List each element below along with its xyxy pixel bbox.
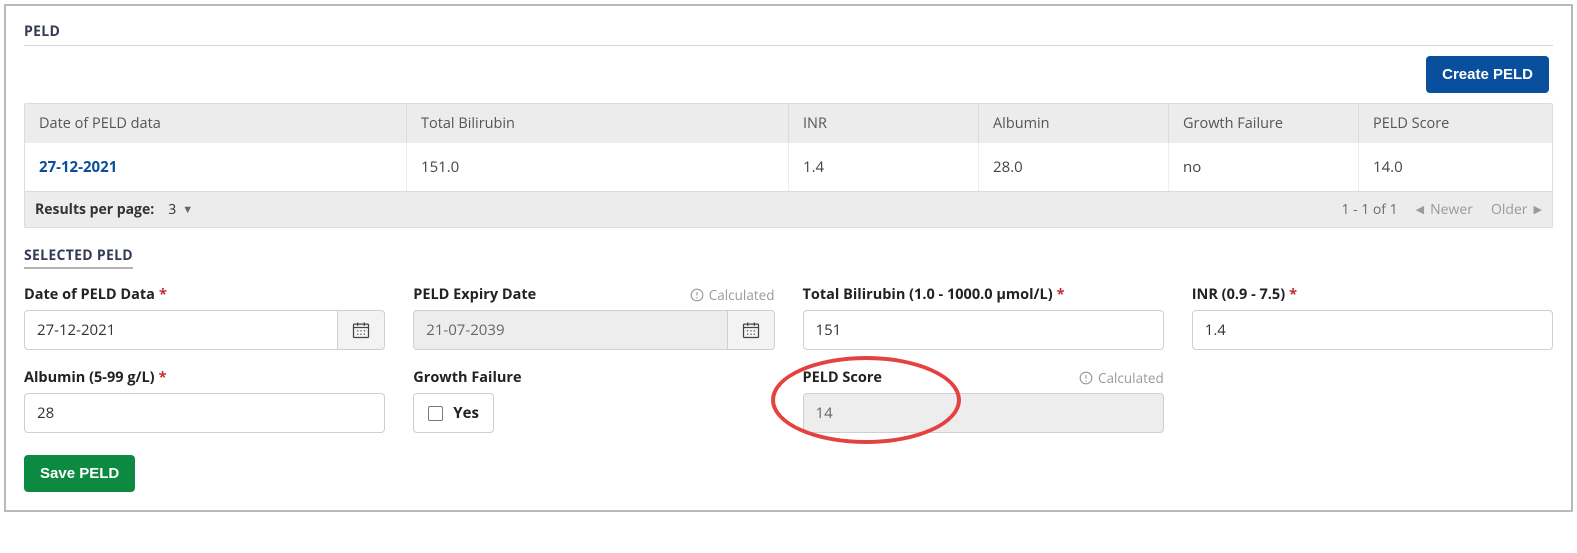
field-inr: INR (0.9 - 7.5) * 1.4 — [1192, 285, 1553, 350]
peld-expiry-date-label: PELD Expiry Date — [413, 285, 536, 304]
total-bilirubin-input[interactable]: 151 — [803, 310, 1164, 350]
required-icon: * — [159, 285, 167, 304]
field-growth-failure: Growth Failure Yes — [413, 368, 774, 433]
calculated-label: Calculated — [1098, 369, 1164, 387]
newer-label: Newer — [1430, 200, 1473, 219]
inr-label: INR (0.9 - 7.5) — [1192, 285, 1285, 304]
table-footer: Results per page: 3 ▼ 1 - 1 of 1 ◀ Newer… — [25, 191, 1552, 227]
inr-input[interactable]: 1.4 — [1192, 310, 1553, 350]
calculated-label: Calculated — [709, 286, 775, 304]
table-header-row: Date of PELD data Total Bilirubin INR Al… — [25, 104, 1552, 143]
table-row[interactable]: 27-12-2021 151.0 1.4 28.0 no 14.0 — [25, 143, 1552, 191]
growth-failure-label: Growth Failure — [413, 368, 521, 387]
column-header-albumin[interactable]: Albumin — [979, 104, 1169, 143]
field-peld-expiry-date: PELD Expiry Date Calculated 21-07-2039 — [413, 285, 774, 350]
required-icon: * — [1289, 285, 1297, 304]
date-of-peld-data-input[interactable]: 27-12-2021 — [24, 310, 337, 350]
peld-expiry-date-input: 21-07-2039 — [413, 310, 726, 350]
cell-score: 14.0 — [1359, 143, 1552, 191]
column-header-bilirubin[interactable]: Total Bilirubin — [407, 104, 789, 143]
results-per-page-label: Results per page: — [35, 200, 154, 219]
peld-score-input: 14 — [803, 393, 1164, 433]
date-picker-button[interactable] — [337, 310, 385, 350]
field-peld-score: PELD Score Calculated 14 — [803, 368, 1164, 433]
newer-button[interactable]: ◀ Newer — [1416, 200, 1473, 219]
albumin-input[interactable]: 28 — [24, 393, 385, 433]
peld-score-label: PELD Score — [803, 368, 883, 387]
triangle-right-icon: ▶ — [1534, 202, 1542, 217]
peld-date-link[interactable]: 27-12-2021 — [39, 157, 117, 177]
create-peld-button[interactable]: Create PELD — [1426, 56, 1549, 93]
older-button[interactable]: Older ▶ — [1491, 200, 1542, 219]
date-picker-button-disabled — [727, 310, 775, 350]
column-header-growth-failure[interactable]: Growth Failure — [1169, 104, 1359, 143]
calendar-icon — [741, 320, 761, 340]
required-icon: * — [159, 368, 167, 387]
save-peld-button[interactable]: Save PELD — [24, 455, 135, 492]
albumin-label: Albumin (5-99 g/L) — [24, 368, 155, 387]
calendar-icon — [351, 320, 371, 340]
info-icon — [690, 288, 704, 302]
cell-growth-failure: no — [1169, 143, 1359, 191]
growth-failure-option-label: Yes — [453, 403, 479, 423]
column-header-score[interactable]: PELD Score — [1359, 104, 1552, 143]
triangle-left-icon: ◀ — [1416, 202, 1424, 217]
results-count: 1 - 1 of 1 — [1341, 200, 1397, 219]
cell-bilirubin: 151.0 — [407, 143, 789, 191]
field-date-of-peld-data: Date of PELD Data * 27-12-2021 — [24, 285, 385, 350]
older-label: Older — [1491, 200, 1528, 219]
cell-inr: 1.4 — [789, 143, 979, 191]
checkbox-icon — [428, 406, 443, 421]
cell-albumin: 28.0 — [979, 143, 1169, 191]
column-header-inr[interactable]: INR — [789, 104, 979, 143]
info-icon — [1079, 371, 1093, 385]
peld-section-title: PELD — [24, 22, 1553, 46]
date-of-peld-data-label: Date of PELD Data — [24, 285, 155, 304]
caret-down-icon: ▼ — [182, 202, 193, 217]
results-per-page-select[interactable]: 3 ▼ — [162, 198, 199, 221]
field-albumin: Albumin (5-99 g/L) * 28 — [24, 368, 385, 433]
selected-peld-title: SELECTED PELD — [24, 246, 133, 269]
column-header-date[interactable]: Date of PELD data — [25, 104, 407, 143]
required-icon: * — [1057, 285, 1065, 304]
field-total-bilirubin: Total Bilirubin (1.0 - 1000.0 µmol/L) * … — [803, 285, 1164, 350]
total-bilirubin-label: Total Bilirubin (1.0 - 1000.0 µmol/L) — [803, 285, 1053, 304]
growth-failure-checkbox[interactable]: Yes — [413, 393, 494, 433]
peld-table: Date of PELD data Total Bilirubin INR Al… — [24, 103, 1553, 228]
results-per-page-value: 3 — [168, 200, 176, 219]
